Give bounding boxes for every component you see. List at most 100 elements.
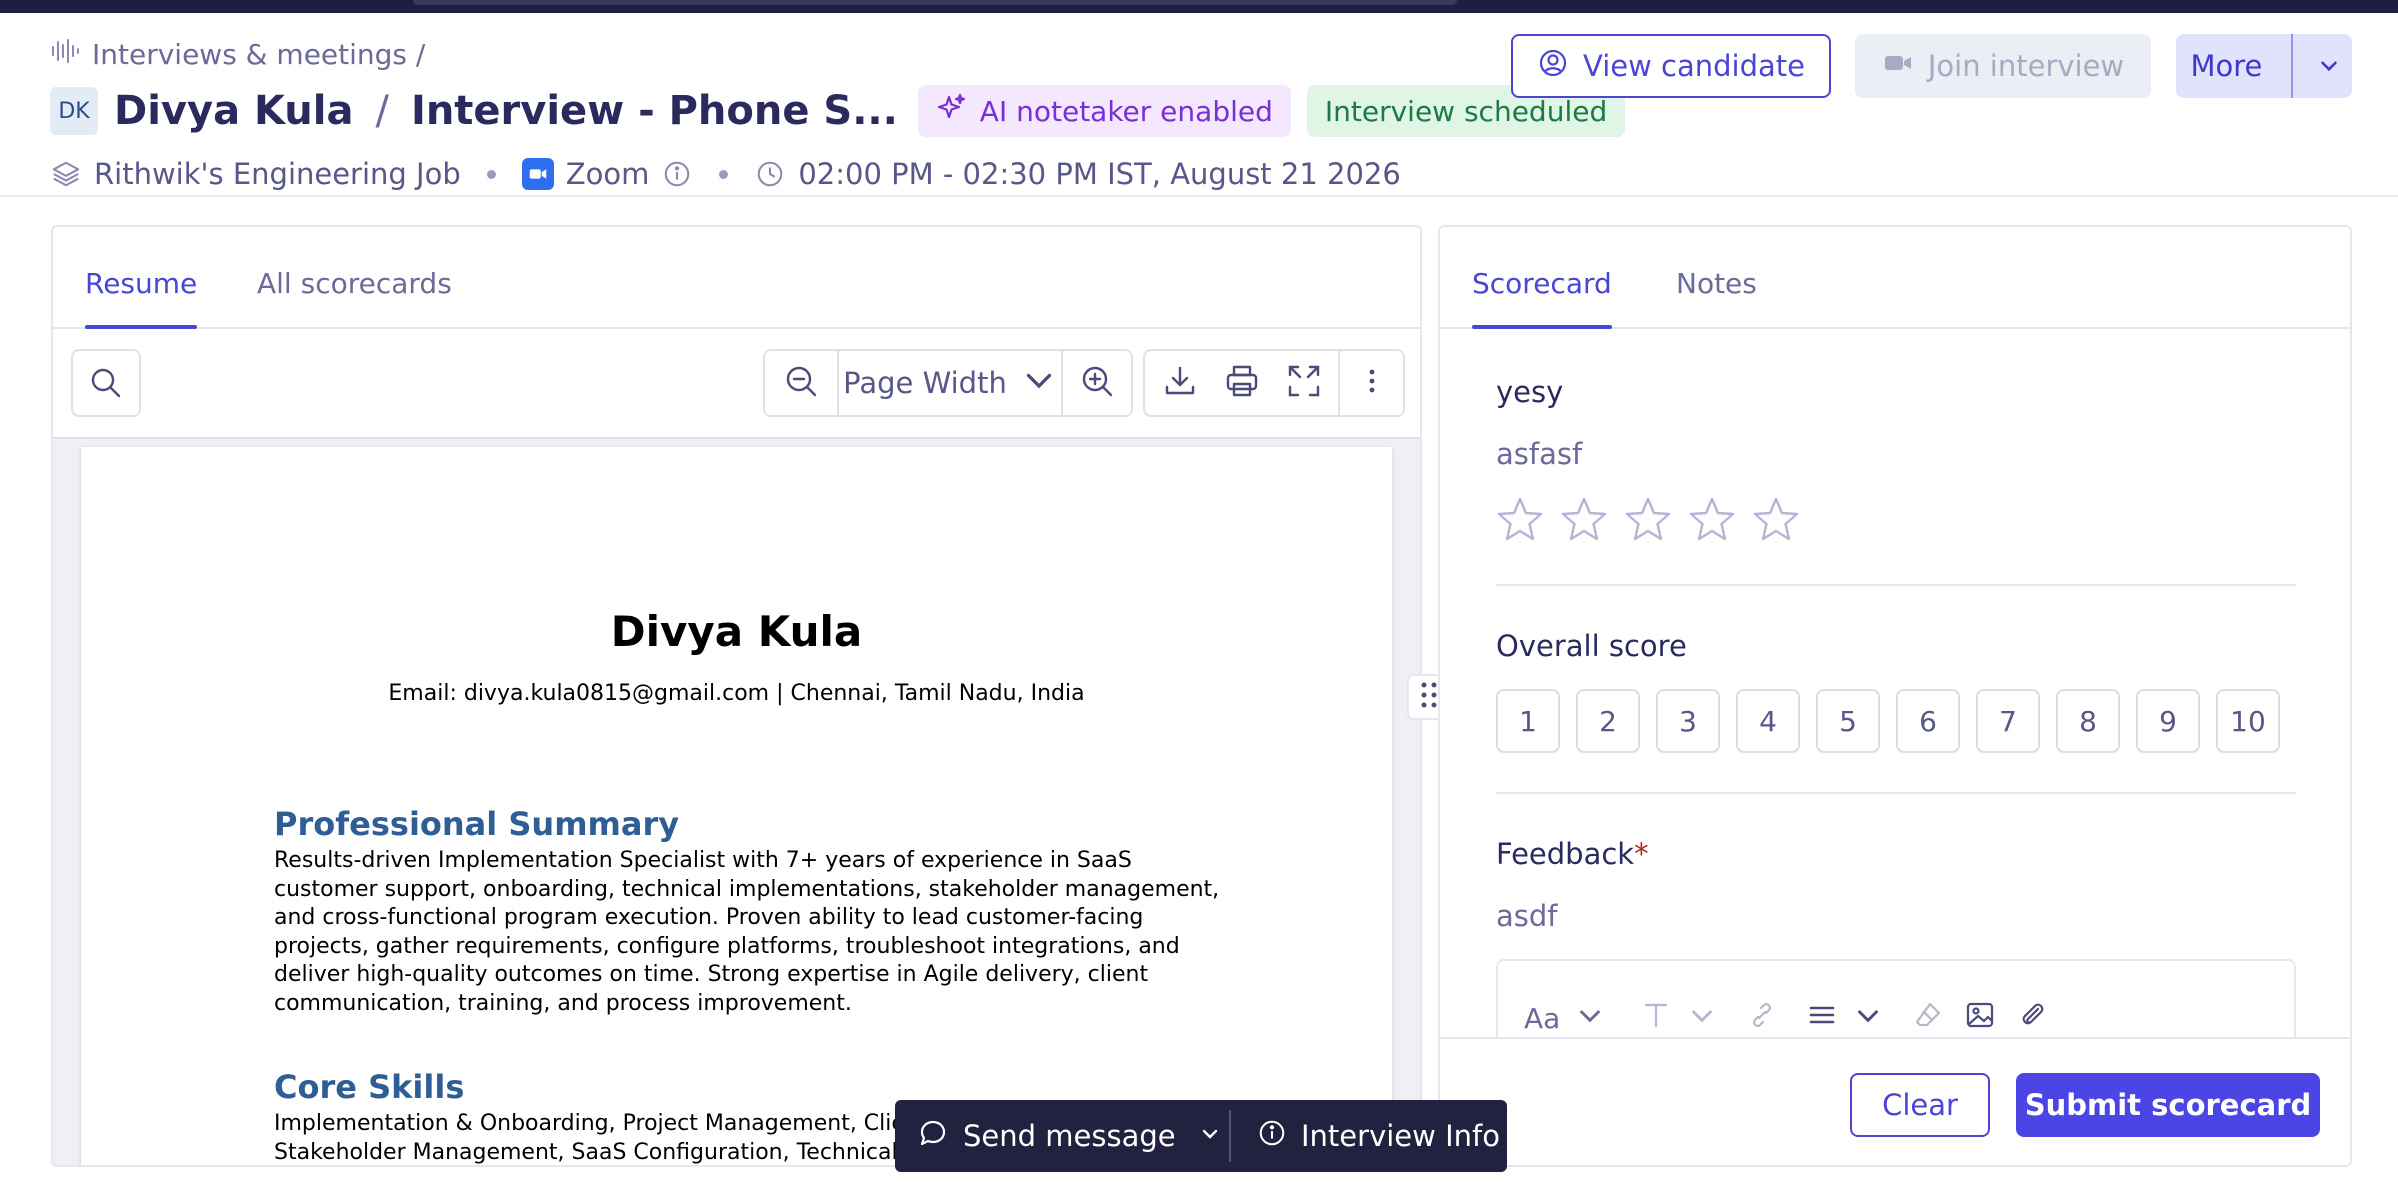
required-mark: * (1634, 837, 1649, 871)
text-style-icon[interactable] (1640, 999, 1672, 1038)
top-window-strip (0, 0, 2398, 13)
score-option[interactable]: 6 (1896, 689, 1960, 753)
clock-icon (754, 158, 786, 190)
resume-summary-line: Results-driven Implementation Specialist… (274, 848, 1132, 873)
score-option[interactable]: 7 (1976, 689, 2040, 753)
star-icon[interactable] (1688, 495, 1736, 547)
align-icon[interactable] (1806, 999, 1838, 1038)
audio-wave-icon (50, 36, 80, 73)
score-option[interactable]: 9 (2136, 689, 2200, 753)
editor-toolbar: Aa (1524, 999, 2048, 1038)
star-rating (1496, 495, 1800, 547)
font-size-button[interactable]: Aa (1524, 1002, 1560, 1035)
clear-button[interactable]: Clear (1850, 1073, 1990, 1137)
submit-scorecard-button[interactable]: Submit scorecard (2016, 1073, 2320, 1137)
info-icon[interactable] (661, 158, 693, 190)
chevron-down-icon[interactable] (1852, 999, 1884, 1038)
interview-info-button[interactable]: Interview Info (1231, 1100, 1500, 1172)
meta-dot (719, 169, 729, 179)
score-option[interactable]: 5 (1816, 689, 1880, 753)
layers-icon (50, 158, 82, 190)
attachment-icon[interactable] (2016, 999, 2048, 1038)
view-candidate-label: View candidate (1583, 49, 1805, 83)
join-interview-label: Join interview (1927, 49, 2125, 83)
feedback-description: asdf (1496, 899, 1558, 933)
score-option[interactable]: 4 (1736, 689, 1800, 753)
print-icon[interactable] (1224, 363, 1260, 403)
more-vertical-icon (1354, 363, 1390, 403)
video-camera-icon (1882, 47, 1914, 86)
score-option[interactable]: 1 (1496, 689, 1560, 753)
star-icon[interactable] (1496, 495, 1544, 547)
score-option[interactable]: 3 (1656, 689, 1720, 753)
search-icon (73, 351, 139, 415)
tab-notes[interactable]: Notes (1676, 267, 1757, 300)
star-icon[interactable] (1752, 495, 1800, 547)
question-description: asfasf (1496, 437, 1583, 471)
ai-notetaker-badge: AI notetaker enabled (917, 85, 1291, 137)
zoom-mode-select[interactable]: Page Width (837, 351, 1061, 415)
view-candidate-button[interactable]: View candidate (1511, 34, 1831, 98)
document-viewport[interactable]: Divya Kula Email: divya.kula0815@gmail.c… (53, 439, 1420, 1165)
fullscreen-icon[interactable] (1286, 363, 1322, 403)
tab-scorecard[interactable]: Scorecard (1472, 267, 1612, 329)
breadcrumb[interactable]: Interviews & meetings / (50, 36, 425, 73)
score-option[interactable]: 2 (1576, 689, 1640, 753)
feedback-label: Feedback (1496, 837, 1635, 871)
zoom-out-icon (783, 363, 819, 403)
score-option[interactable]: 10 (2216, 689, 2280, 753)
more-split-divider (2290, 34, 2293, 98)
interview-info-label: Interview Info (1301, 1119, 1500, 1153)
top-handle (413, 0, 1457, 5)
info-icon (1257, 1118, 1287, 1155)
search-button[interactable] (71, 349, 141, 417)
send-message-button[interactable]: Send message (895, 1100, 1229, 1172)
star-icon[interactable] (1624, 495, 1672, 547)
zoom-controls: Page Width (763, 349, 1133, 417)
interview-title: Interview - Phone S... (410, 88, 898, 134)
scorecard-panel: Scorecard Notes yesy asfasf Overall scor… (1438, 225, 2352, 1167)
resume-name: Divya Kula (610, 607, 863, 656)
chevron-down-icon (1021, 362, 1057, 405)
chevron-down-icon[interactable] (1198, 1119, 1222, 1153)
tab-resume[interactable]: Resume (85, 267, 198, 329)
resume-summary-line: deliver high-quality outcomes on time. S… (274, 962, 1149, 987)
chevron-down-icon[interactable] (2307, 53, 2352, 79)
star-icon[interactable] (1560, 495, 1608, 547)
floating-action-bar: Send message Interview Info (895, 1100, 1507, 1172)
zoom-icon (521, 158, 554, 190)
interview-time: 02:00 PM - 02:30 PM IST, August 21 2026 (798, 157, 1401, 191)
score-option[interactable]: 8 (2056, 689, 2120, 753)
send-message-label: Send message (963, 1119, 1176, 1153)
job-name[interactable]: Rithwik's Engineering Job (94, 157, 461, 191)
resume-summary-line: customer support, onboarding, technical … (274, 876, 1220, 902)
download-icon[interactable] (1162, 363, 1198, 403)
chevron-down-icon[interactable] (1686, 999, 1718, 1038)
more-button[interactable]: More (2176, 34, 2352, 98)
avatar: DK (50, 87, 98, 135)
join-interview-button[interactable]: Join interview (1855, 34, 2151, 98)
scorecard-footer: Clear Submit scorecard (1440, 1037, 2350, 1165)
resume-summary-line: projects, gather requirements, configure… (274, 933, 1180, 959)
right-tabs: Scorecard Notes (1440, 227, 2350, 329)
platform-name: Zoom (565, 157, 650, 191)
title-row: DK Divya Kula / Interview - Phone S... A… (50, 84, 1626, 138)
zoom-mode-label: Page Width (843, 366, 1007, 400)
eraser-icon[interactable] (1912, 999, 1944, 1038)
drag-grip-icon (1419, 680, 1439, 714)
zoom-out-button[interactable] (765, 351, 837, 415)
overall-score-options: 1 2 3 4 5 6 7 8 9 10 (1496, 689, 2280, 753)
more-label[interactable]: More (2176, 49, 2277, 83)
breadcrumb-label[interactable]: Interviews & meetings / (92, 38, 425, 71)
meta-row: Rithwik's Engineering Job Zoom 02:00 PM … (50, 154, 1401, 194)
resume-summary-heading: Professional Summary (274, 805, 680, 843)
tab-all-scorecards[interactable]: All scorecards (257, 267, 452, 300)
sparkle-icon (936, 92, 968, 131)
zoom-in-button[interactable] (1061, 351, 1131, 415)
chevron-down-icon[interactable] (1574, 999, 1606, 1038)
link-icon[interactable] (1746, 999, 1778, 1038)
image-icon[interactable] (1964, 999, 1996, 1038)
feedback-label-row: Feedback* (1496, 837, 1649, 871)
kebab-menu-button[interactable] (1338, 351, 1403, 415)
resume-contact: Email: divya.kula0815@gmail.com | Chenna… (388, 681, 1085, 706)
